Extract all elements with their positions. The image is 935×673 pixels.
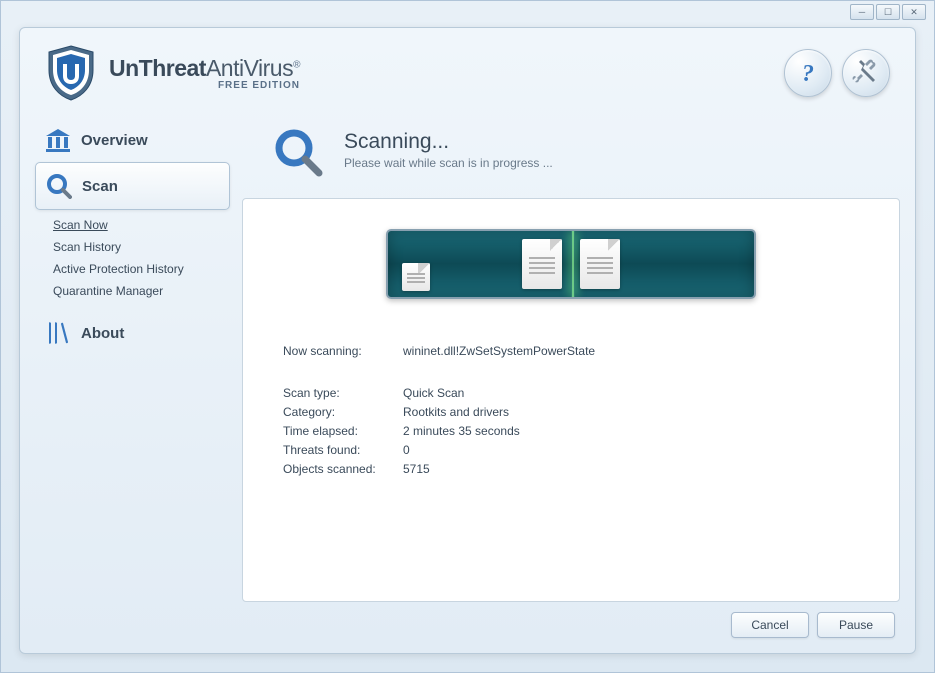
scan-icon (46, 173, 72, 199)
subitem-quarantine-manager[interactable]: Quarantine Manager (53, 284, 230, 298)
subitem-active-protection-history[interactable]: Active Protection History (53, 262, 230, 276)
detail-row-scan-type: Scan type: Quick Scan (283, 386, 859, 400)
app-container: UnThreatAntiVirus® FREE EDITION ? (19, 27, 916, 654)
minimize-button[interactable]: ─ (850, 4, 874, 20)
nav-label: Overview (81, 132, 148, 149)
document-icon (402, 263, 430, 291)
nav-label: Scan (82, 178, 118, 195)
detail-row-threats: Threats found: 0 (283, 443, 859, 457)
scan-animation (386, 229, 756, 299)
shield-logo-icon (45, 44, 97, 102)
help-button[interactable]: ? (784, 49, 832, 97)
detail-label: Category: (283, 405, 403, 419)
nav-scan[interactable]: Scan (35, 162, 230, 210)
scan-subitems: Scan Now Scan History Active Protection … (35, 210, 230, 310)
about-icon (45, 320, 71, 346)
nav-overview[interactable]: Overview (35, 118, 230, 162)
brand-edition: FREE EDITION (109, 80, 300, 91)
detail-value: 0 (403, 443, 859, 457)
detail-value: 2 minutes 35 seconds (403, 424, 859, 438)
detail-label: Now scanning: (283, 344, 403, 358)
nav-about[interactable]: About (35, 310, 230, 356)
page-title: Scanning... (344, 130, 553, 154)
subitem-scan-history[interactable]: Scan History (53, 240, 230, 254)
scan-line (571, 231, 575, 297)
content-header: Scanning... Please wait while scan is in… (242, 118, 900, 198)
help-icon: ? (795, 60, 821, 86)
tools-icon (851, 58, 881, 88)
detail-row-objects: Objects scanned: 5715 (283, 462, 859, 476)
settings-button[interactable] (842, 49, 890, 97)
sidebar: Overview Scan Scan Now Scan History Acti… (35, 118, 230, 638)
overview-icon (45, 128, 71, 152)
cancel-button[interactable]: Cancel (731, 612, 809, 638)
document-icon (580, 239, 620, 289)
window-controls: ─ ☐ ✕ (850, 4, 926, 20)
content-title-area: Scanning... Please wait while scan is in… (344, 126, 553, 170)
detail-value: Quick Scan (403, 386, 859, 400)
main-content: Scanning... Please wait while scan is in… (242, 118, 900, 638)
detail-label: Time elapsed: (283, 424, 403, 438)
brand-text: UnThreatAntiVirus® FREE EDITION (109, 55, 300, 91)
body-area: Overview Scan Scan Now Scan History Acti… (20, 118, 915, 653)
detail-label: Threats found: (283, 443, 403, 457)
brand-name: UnThreatAntiVirus® (109, 55, 300, 82)
header-buttons: ? (784, 49, 890, 97)
maximize-button[interactable]: ☐ (876, 4, 900, 20)
detail-value: 5715 (403, 462, 859, 476)
close-button[interactable]: ✕ (902, 4, 926, 20)
document-icon (522, 239, 562, 289)
pause-button[interactable]: Pause (817, 612, 895, 638)
detail-value: wininet.dll!ZwSetSystemPowerState (403, 344, 859, 358)
scanning-icon (272, 126, 324, 178)
detail-label: Scan type: (283, 386, 403, 400)
scan-details: Now scanning: wininet.dll!ZwSetSystemPow… (283, 344, 859, 481)
detail-row-category: Category: Rootkits and drivers (283, 405, 859, 419)
logo-section: UnThreatAntiVirus® FREE EDITION (45, 44, 300, 102)
subitem-scan-now[interactable]: Scan Now (53, 218, 230, 232)
detail-label: Objects scanned: (283, 462, 403, 476)
detail-value: Rootkits and drivers (403, 405, 859, 419)
button-row: Cancel Pause (242, 602, 900, 638)
header: UnThreatAntiVirus® FREE EDITION ? (20, 28, 915, 118)
content-panel: Now scanning: wininet.dll!ZwSetSystemPow… (242, 198, 900, 602)
app-window: ─ ☐ ✕ UnThreatAntiVirus® FREE EDITION (0, 0, 935, 673)
detail-row-time-elapsed: Time elapsed: 2 minutes 35 seconds (283, 424, 859, 438)
svg-text:?: ? (802, 61, 814, 86)
nav-label: About (81, 325, 124, 342)
detail-row-now-scanning: Now scanning: wininet.dll!ZwSetSystemPow… (283, 344, 859, 358)
page-subtitle: Please wait while scan is in progress ..… (344, 156, 553, 170)
